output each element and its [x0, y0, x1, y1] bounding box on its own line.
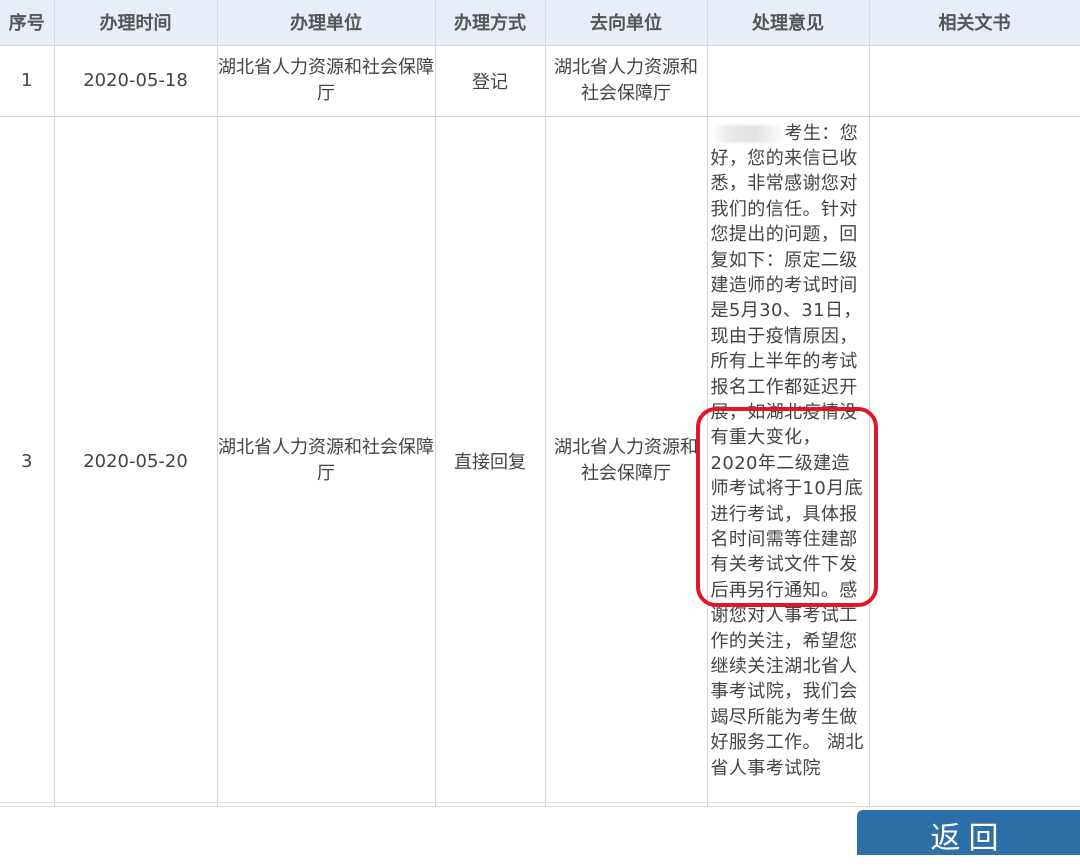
header-unit: 办理单位	[217, 0, 436, 46]
cell-destination: 湖北省人力资源和 社会保障厅	[545, 116, 708, 807]
header-opinion: 处理意见	[707, 0, 870, 46]
header-date: 办理时间	[54, 0, 218, 46]
cell-date: 2020-05-18	[54, 45, 218, 117]
header-method: 办理方式	[435, 0, 546, 46]
header-destination: 去向单位	[545, 0, 708, 46]
redacted-name	[710, 124, 785, 143]
table-row: 3 2020-05-20 湖北省人力资源和社会保障厅 直接回复 湖北省人力资源和…	[0, 116, 1080, 807]
cell-destination: 湖北省人力资源和 社会保障厅	[545, 45, 708, 117]
header-documents: 相关文书	[869, 0, 1080, 46]
cell-unit: 湖北省人力资源和社会保障厅	[217, 45, 436, 117]
back-button[interactable]: 返回	[857, 810, 1080, 856]
cell-index: 1	[0, 45, 55, 117]
cell-documents	[869, 45, 1080, 117]
cell-opinion: 考生：您好，您的来信已收悉，非常感谢您对我们的信任。针对您提出的问题，回复如下：…	[695, 116, 878, 807]
header-index: 序号	[0, 0, 55, 46]
handling-records-table: 序号 办理时间 办理单位 办理方式 去向单位 处理意见 相关文书 1 2020-…	[0, 0, 1080, 807]
table-row: 1 2020-05-18 湖北省人力资源和社会保障厅 登记 湖北省人力资源和 社…	[0, 45, 1080, 117]
cell-method: 直接回复	[435, 116, 546, 807]
cell-date: 2020-05-20	[54, 116, 218, 807]
cell-opinion	[707, 45, 870, 117]
opinion-text: 考生：您好，您的来信已收悉，非常感谢您对我们的信任。针对您提出的问题，回复如下：…	[710, 122, 864, 779]
table-header-row: 序号 办理时间 办理单位 办理方式 去向单位 处理意见 相关文书	[0, 0, 1080, 46]
cell-method: 登记	[435, 45, 546, 117]
cell-documents	[869, 116, 1080, 807]
cell-unit: 湖北省人力资源和社会保障厅	[217, 116, 436, 807]
cell-index: 3	[0, 116, 55, 807]
footer-divider	[0, 802, 857, 803]
